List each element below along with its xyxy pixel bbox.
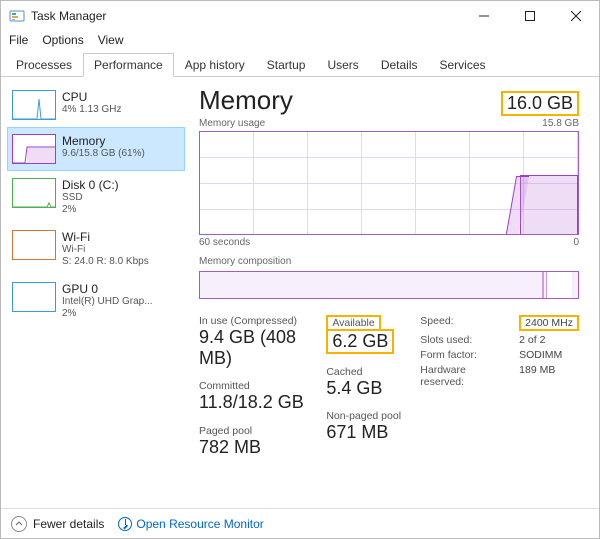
sidebar-item-label: Memory [62, 134, 145, 148]
sidebar-item-cpu[interactable]: CPU4% 1.13 GHz [7, 83, 185, 127]
footer: Fewer details Open Resource Monitor [1, 508, 599, 538]
tab-app-history[interactable]: App history [174, 53, 256, 77]
gpu-thumb [12, 282, 56, 312]
minimize-button[interactable] [461, 1, 507, 31]
kv-val: 2 of 2 [519, 334, 579, 346]
hw-details: Speed: 2400 MHz Slots used: 2 of 2 Form fa… [420, 315, 579, 388]
composition-label: Memory composition [199, 256, 579, 267]
stat-value-available: 6.2 GB [326, 329, 394, 354]
stat-value: 5.4 GB [326, 378, 410, 399]
memory-usage-chart [199, 131, 579, 235]
sidebar-item-sub: 9.6/15.8 GB (61%) [62, 148, 145, 160]
cpu-thumb [12, 90, 56, 120]
fewer-details-button[interactable]: Fewer details [11, 516, 104, 532]
sidebar-item-label: CPU [62, 90, 121, 104]
chart-max: 15.8 GB [542, 118, 579, 129]
maximize-icon [525, 11, 535, 21]
page-title: Memory [199, 85, 293, 116]
stat-label: Committed [199, 380, 320, 392]
tab-bar: Processes Performance App history Startu… [1, 53, 599, 77]
sidebar-item-wifi[interactable]: Wi-FiWi-FiS: 24.0 R: 8.0 Kbps [7, 223, 185, 275]
menu-view[interactable]: View [98, 33, 124, 47]
tab-startup[interactable]: Startup [256, 53, 317, 77]
stat-label: Paged pool [199, 425, 320, 437]
total-memory: 16.0 GB [501, 91, 579, 116]
sidebar-item-memory[interactable]: Memory9.6/15.8 GB (61%) [7, 127, 185, 171]
sidebar-item-label: Wi-Fi [62, 230, 149, 244]
stats-area: In use (Compressed)9.4 GB (408 MB) Commi… [199, 315, 579, 458]
kv-key: Hardware reserved: [420, 364, 501, 388]
x-axis-right: 0 [573, 237, 579, 248]
kv-key: Form factor: [420, 349, 501, 361]
kv-key: Slots used: [420, 334, 501, 346]
tab-details[interactable]: Details [370, 53, 429, 77]
close-icon [571, 11, 581, 21]
chart-label: Memory usage [199, 118, 265, 129]
sidebar-item-sub: SSD2% [62, 192, 119, 216]
memory-thumb [12, 134, 56, 164]
sidebar-item-gpu[interactable]: GPU 0Intel(R) UHD Grap...2% [7, 275, 185, 327]
menu-options[interactable]: Options [42, 33, 83, 47]
disk-thumb [12, 178, 56, 208]
wifi-thumb [12, 230, 56, 260]
menu-bar: File Options View [1, 31, 599, 53]
kv-val-speed: 2400 MHz [519, 315, 579, 331]
menu-file[interactable]: File [9, 33, 28, 47]
sidebar-item-sub: 4% 1.13 GHz [62, 104, 121, 116]
chevron-up-icon [11, 516, 27, 532]
resource-monitor-label: Open Resource Monitor [136, 517, 263, 531]
sidebar-item-label: GPU 0 [62, 282, 153, 296]
kv-val: 189 MB [519, 364, 579, 388]
stat-value: 11.8/18.2 GB [199, 392, 320, 413]
stat-value: 9.4 GB (408 MB) [199, 327, 320, 368]
open-resource-monitor-link[interactable]: Open Resource Monitor [118, 517, 263, 531]
x-axis-left: 60 seconds [199, 237, 250, 248]
sidebar-item-sub: Wi-FiS: 24.0 R: 8.0 Kbps [62, 244, 149, 268]
window-controls [461, 1, 599, 31]
kv-key: Speed: [420, 315, 501, 331]
tab-processes[interactable]: Processes [5, 53, 83, 77]
stat-label: In use (Compressed) [199, 315, 320, 327]
tab-performance[interactable]: Performance [83, 53, 174, 77]
stat-value: 782 MB [199, 437, 320, 458]
stat-value: 671 MB [326, 422, 410, 443]
titlebar: Task Manager [1, 1, 599, 31]
minimize-icon [479, 11, 489, 21]
window-title: Task Manager [31, 9, 106, 23]
close-button[interactable] [553, 1, 599, 31]
stat-label: Non-paged pool [326, 410, 410, 422]
main-panel: Memory 16.0 GB Memory usage 15.8 GB 60 se… [191, 77, 599, 506]
tab-users[interactable]: Users [316, 53, 369, 77]
sidebar-item-sub: Intel(R) UHD Grap...2% [62, 296, 153, 320]
sidebar-item-disk[interactable]: Disk 0 (C:)SSD2% [7, 171, 185, 223]
tab-services[interactable]: Services [429, 53, 497, 77]
fewer-details-label: Fewer details [33, 517, 104, 531]
resource-monitor-icon [118, 517, 132, 531]
task-manager-window: Task Manager File Options View Processes… [0, 0, 600, 539]
stat-label: Cached [326, 366, 410, 378]
app-icon [9, 8, 25, 24]
sidebar: CPU4% 1.13 GHz Memory9.6/15.8 GB (61%) D… [1, 77, 191, 506]
memory-composition-bar [199, 271, 579, 299]
maximize-button[interactable] [507, 1, 553, 31]
sidebar-item-label: Disk 0 (C:) [62, 178, 119, 192]
kv-val: SODIMM [519, 349, 579, 361]
